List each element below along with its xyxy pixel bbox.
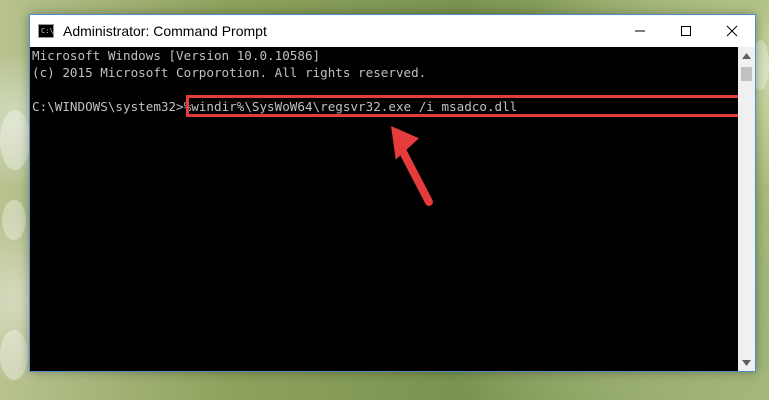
- console-line-version: Microsoft Windows [Version 10.0.10586]: [32, 48, 321, 63]
- console-line-copyright: (c) 2015 Microsoft Corporotion. All righ…: [32, 65, 427, 80]
- command-highlight-box: [186, 95, 743, 117]
- scroll-up-button[interactable]: [738, 47, 755, 64]
- console-command-line[interactable]: C:\WINDOWS\system32>%windir%\SysWoW64\re…: [32, 95, 743, 117]
- maximize-button[interactable]: [663, 15, 709, 47]
- window-title: Administrator: Command Prompt: [63, 23, 267, 39]
- vertical-scrollbar[interactable]: [738, 47, 755, 371]
- background-bokeh: [0, 330, 28, 380]
- console-prompt: C:\WINDOWS\system32>: [32, 99, 184, 114]
- annotation-arrow-icon: [391, 126, 433, 206]
- command-prompt-icon: C:\: [38, 24, 54, 38]
- background-bokeh: [2, 200, 26, 240]
- scrollbar-thumb[interactable]: [741, 67, 752, 81]
- close-icon: [726, 25, 738, 37]
- scroll-down-button[interactable]: [738, 354, 755, 371]
- background-bokeh: [0, 110, 30, 170]
- minimize-icon: [635, 30, 645, 32]
- maximize-icon: [681, 26, 691, 36]
- scroll-up-arrow-icon: [742, 52, 751, 59]
- title-bar[interactable]: C:\ Administrator: Command Prompt: [30, 15, 755, 47]
- minimize-button[interactable]: [617, 15, 663, 47]
- close-button[interactable]: [709, 15, 755, 47]
- scroll-down-arrow-icon: [742, 359, 751, 366]
